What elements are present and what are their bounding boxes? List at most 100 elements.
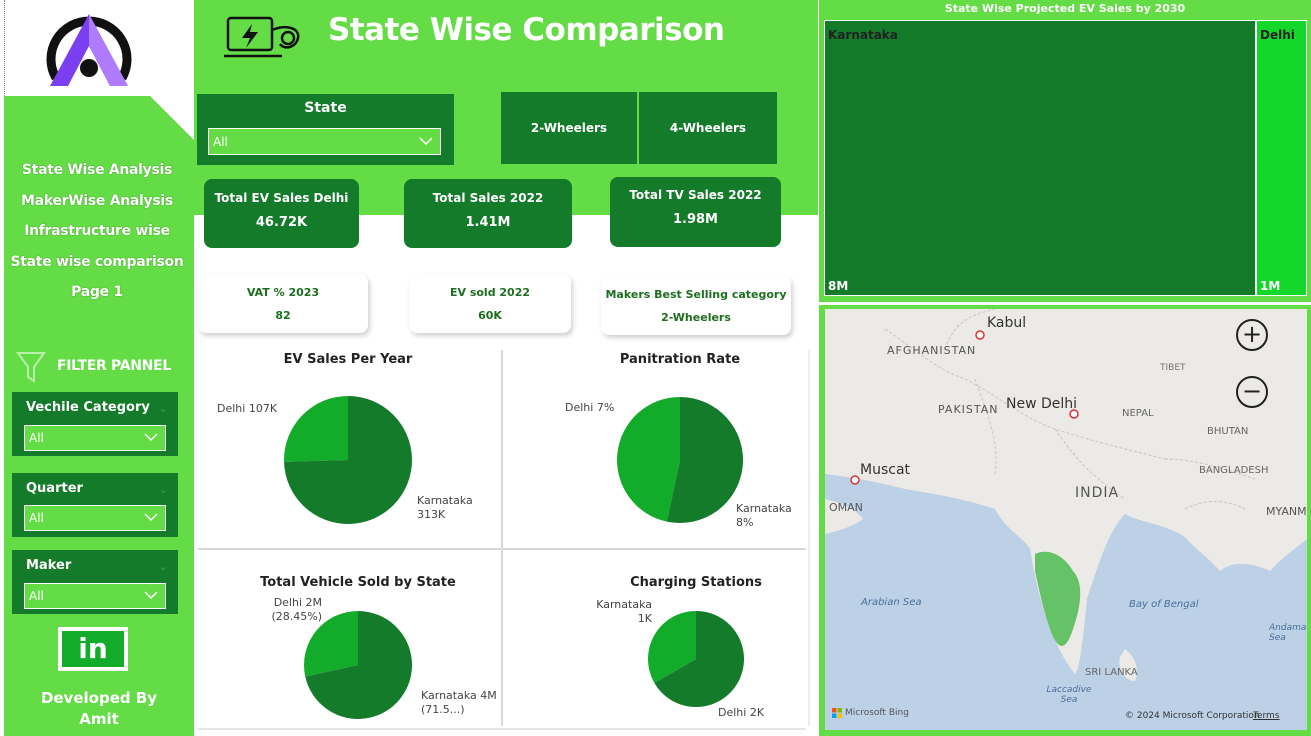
zoom-out-button[interactable]: − bbox=[1236, 376, 1268, 408]
dropdown-value: All bbox=[29, 431, 44, 445]
zoom-in-button[interactable]: + bbox=[1236, 319, 1268, 351]
card-title: VAT % 2023 bbox=[246, 286, 320, 299]
filter-label: Quarter bbox=[26, 481, 83, 496]
vehicle-category-dropdown[interactable]: All bbox=[24, 425, 166, 451]
tile-label: Karnataka bbox=[828, 28, 898, 42]
terms-link[interactable]: Terms bbox=[1253, 711, 1280, 721]
charging-stations-pie[interactable] bbox=[647, 610, 745, 708]
treemap-tile-delhi[interactable]: Delhi 1M bbox=[1256, 20, 1307, 296]
chart-title: EV Sales Per Year bbox=[283, 352, 413, 367]
treemap-tile-karnataka[interactable]: Karnataka 8M bbox=[824, 20, 1256, 296]
filter-label: Vechile Category bbox=[26, 400, 150, 415]
card-title: Makers Best Selling category bbox=[605, 288, 787, 301]
chevron-down-icon bbox=[144, 513, 158, 522]
slice-label: Delhi 2K bbox=[718, 706, 765, 719]
slice-label: Karnataka 4M (71.5...) bbox=[421, 689, 497, 716]
chevron-down-icon bbox=[144, 433, 158, 442]
map-label-india: INDIA bbox=[1075, 485, 1120, 501]
nav-state-wise-analysis[interactable]: State Wise Analysis bbox=[6, 162, 188, 178]
dropdown-value: All bbox=[29, 511, 44, 525]
card-makers-best-selling: Makers Best Selling category 2-Wheelers bbox=[601, 276, 791, 335]
developed-by-label: Developed By bbox=[40, 689, 158, 707]
divider bbox=[198, 548, 806, 550]
total-vehicle-sold-pie[interactable] bbox=[303, 610, 413, 720]
dropdown-value: All bbox=[213, 135, 228, 149]
map-label-oman: OMAN bbox=[829, 501, 863, 514]
state-slicer-label: State bbox=[304, 100, 347, 116]
pie-slice[interactable] bbox=[617, 397, 680, 522]
map-label-muscat: Muscat bbox=[860, 462, 911, 478]
chevron-down-icon[interactable]: ⌄ bbox=[159, 483, 168, 496]
map-label-afghanistan: AFGHANISTAN bbox=[887, 344, 977, 357]
chart-title: Panitration Rate bbox=[619, 352, 741, 367]
chevron-down-icon[interactable]: ⌄ bbox=[159, 402, 168, 415]
kpi-value: 1.98M bbox=[672, 212, 718, 227]
card-value: 60K bbox=[478, 309, 502, 322]
divider bbox=[808, 350, 810, 726]
linkedin-button[interactable]: in bbox=[58, 627, 128, 671]
kpi-total-ev-sales-delhi: Total EV Sales Delhi 46.72K bbox=[204, 179, 359, 248]
ev-charger-icon bbox=[224, 16, 300, 58]
filter-quarter: Quarter ⌄ All bbox=[12, 473, 178, 537]
card-ev-sold-2022: EV sold 2022 60K bbox=[409, 274, 571, 333]
divider bbox=[501, 350, 503, 726]
toggle-4-wheelers[interactable]: 4-Wheelers bbox=[639, 92, 777, 164]
chart-title: Total Vehicle Sold by State bbox=[260, 575, 456, 590]
map-canvas[interactable] bbox=[825, 309, 1307, 730]
divider bbox=[198, 728, 806, 730]
card-value: 82 bbox=[275, 309, 291, 322]
maker-dropdown[interactable]: All bbox=[24, 583, 166, 609]
map-pin-new-delhi-icon[interactable] bbox=[1069, 409, 1079, 419]
map-label-myanmar: MYANM bbox=[1266, 505, 1307, 518]
funnel-icon bbox=[16, 352, 46, 383]
slice-label: Karnataka 1K bbox=[596, 598, 652, 625]
map-copyright: © 2024 Microsoft Corporation bbox=[1125, 711, 1260, 721]
chevron-down-icon bbox=[419, 137, 433, 146]
app-logo-icon bbox=[46, 14, 132, 86]
card-title: EV sold 2022 bbox=[449, 286, 531, 299]
nav-makerwise-analysis[interactable]: MakerWise Analysis bbox=[6, 193, 188, 209]
tile-value: 1M bbox=[1260, 279, 1281, 293]
tile-label: Delhi bbox=[1260, 28, 1295, 42]
chevron-down-icon[interactable]: ⌄ bbox=[159, 560, 168, 573]
treemap-panel: State Wise Projected EV Sales by 2030 Ka… bbox=[819, 0, 1311, 302]
linkedin-icon: in bbox=[62, 631, 124, 667]
ev-sales-per-year-pie[interactable] bbox=[283, 395, 413, 525]
map-pin-kabul-icon[interactable] bbox=[975, 330, 985, 340]
map-pin-muscat-icon[interactable] bbox=[850, 475, 860, 485]
card-vat-2023: VAT % 2023 82 bbox=[198, 274, 368, 333]
kpi-value: 46.72K bbox=[255, 215, 308, 230]
pie-slice[interactable] bbox=[284, 396, 348, 462]
nav-state-wise-comparison[interactable]: State wise comparison bbox=[6, 254, 188, 270]
map-label-sri-lanka: SRI LANKA bbox=[1085, 667, 1138, 678]
map-label-nepal: NEPAL bbox=[1122, 408, 1154, 419]
map-label-andaman-sea: Andama Sea bbox=[1269, 623, 1307, 643]
nav-infrastructure-wise[interactable]: Infrastructure wise bbox=[6, 223, 188, 239]
map-label-bhutan: BHUTAN bbox=[1207, 426, 1249, 437]
map-label-new-delhi: New Delhi bbox=[1006, 396, 1078, 412]
penetration-rate-pie[interactable] bbox=[616, 396, 744, 524]
filter-panel-title: FILTER PANNEL bbox=[57, 358, 171, 374]
author-name: Amit bbox=[79, 710, 119, 728]
bing-attribution: Microsoft Bing bbox=[845, 708, 909, 718]
state-dropdown[interactable]: All bbox=[208, 128, 441, 155]
filter-label: Maker bbox=[26, 558, 72, 573]
microsoft-logo-icon bbox=[832, 708, 842, 718]
kpi-title: Total TV Sales 2022 bbox=[629, 188, 762, 202]
kpi-value: 1.41M bbox=[465, 215, 511, 230]
kpi-total-sales-2022: Total Sales 2022 1.41M bbox=[404, 179, 572, 248]
state-slicer: State All bbox=[197, 94, 454, 165]
toggle-2-wheelers[interactable]: 2-Wheelers bbox=[501, 92, 637, 164]
quarter-dropdown[interactable]: All bbox=[24, 505, 166, 531]
slice-label: Karnataka 8% bbox=[736, 502, 792, 529]
kpi-title: Total Sales 2022 bbox=[432, 191, 544, 205]
page-title: State Wise Comparison bbox=[328, 12, 725, 48]
card-value: 2-Wheelers bbox=[661, 311, 731, 324]
kpi-total-tv-sales-2022: Total TV Sales 2022 1.98M bbox=[610, 177, 781, 247]
nav-page-1[interactable]: Page 1 bbox=[6, 284, 188, 300]
map-label-laccadive-sea: Laccadive Sea bbox=[1046, 685, 1092, 705]
map-label-bay-of-bengal: Bay of Bengal bbox=[1129, 599, 1199, 610]
filter-vehicle-category: Vechile Category ⌄ All bbox=[12, 392, 178, 456]
slice-label: Delhi 7% bbox=[565, 401, 615, 414]
slice-label: Delhi 2M (28.45%) bbox=[271, 596, 322, 623]
